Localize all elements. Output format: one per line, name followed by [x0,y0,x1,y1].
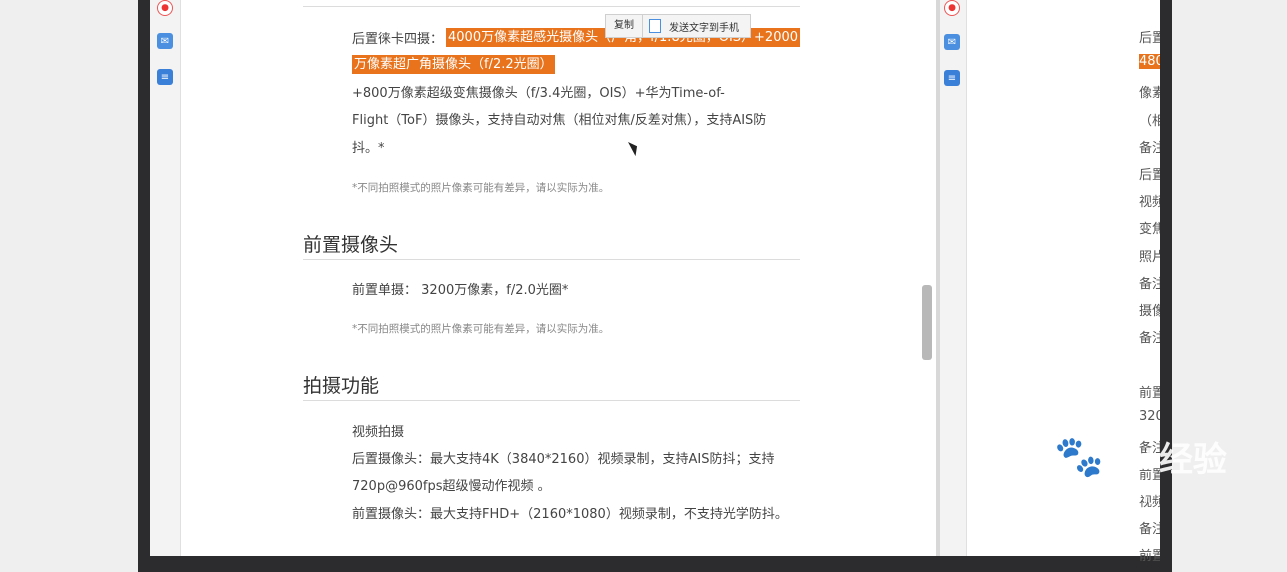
right-pane-line: 视频 [1139,195,1160,210]
rear-video-line1: 后置摄像头：最大支持4K（3840*2160）视频录制，支持AIS防抖；支持 [352,452,775,467]
right-pane-line: 备注 [1139,277,1160,292]
right-pane-line: 320 [1139,409,1160,424]
watermark-url: jingyan.baidu.com [994,487,1149,506]
weibo-icon[interactable]: ● [944,0,960,16]
watermark-cn: 经验 [1158,441,1227,479]
front-camera-heading: 前置摄像头 [303,234,399,256]
watermark-brand: Bai [990,434,1053,478]
right-pane-line: 备注 [1139,331,1160,346]
rear-camera-highlight-line2[interactable]: 万像素超广角摄像头（f/2.2光圈） [352,53,555,74]
front-camera-value: 3200万像素，f/2.0光圈* [421,283,569,298]
phone-send-icon [649,19,661,33]
right-pane-line: 后置 [1139,168,1160,183]
selected-text-line2[interactable]: 万像素超广角摄像头（f/2.2光圈） [352,55,555,74]
right-pane-line: 备注 [1139,141,1160,156]
rear-camera-line5: 抖。* [352,141,385,156]
right-pane-line: 480 [1139,54,1160,69]
left-scrollbar-thumb[interactable] [922,285,932,360]
right-pane-line: 后置 [1139,31,1160,46]
rear-camera-note: *不同拍照模式的照片像素可能有差异，请以实际为准。 [352,182,610,194]
right-pane-line: 摄像 [1139,304,1160,319]
right-pane-line: 变焦 [1139,222,1160,237]
baidu-watermark: Bai 🐾 du 经验 jingyan.baidu.com [990,432,1227,507]
rear-camera-label: 后置徕卡四摄： [352,32,444,47]
video-title: 视频拍摄 [352,425,405,440]
right-pane-line: 照片 [1139,250,1160,265]
copy-button[interactable]: 复制 [606,15,643,37]
right-pane-line: （相 [1139,114,1160,129]
shooting-heading: 拍摄功能 [303,375,380,397]
weibo-icon[interactable]: ● [157,0,173,16]
paw-icon: 🐾 [1054,435,1105,479]
screen-bezel-left [138,0,150,572]
send-to-phone-button[interactable]: 发送文字到手机 [661,19,747,34]
selection-popup: 复制 发送文字到手机 [605,14,751,38]
shooting-divider [303,400,800,401]
section-divider-top [303,6,800,7]
front-camera-spec: 前置单摄： 3200万像素，f/2.0光圈* [352,279,568,298]
right-pane-line: 像素 [1139,86,1160,101]
right-pane-line: 前置 [1139,549,1160,564]
right-pane-line: 前置 [1139,386,1160,401]
front-video-line: 前置摄像头：最大支持FHD+（2160*1080）视频录制，不支持光学防抖。 [352,507,788,522]
front-camera-divider [303,259,800,260]
front-camera-label: 前置单摄： [352,283,418,298]
rear-camera-line4: Flight（ToF）摄像头，支持自动对焦（相位对焦/反差对焦），支持AIS防 [352,113,767,128]
document-icon[interactable]: ≡ [157,69,173,85]
rear-camera-line3: +800万像素超级变焦摄像头（f/3.4光圈，OIS）+华为Time-of- [352,86,725,101]
watermark-brand-du: du [1106,434,1155,478]
front-camera-note: *不同拍照模式的照片像素可能有差异，请以实际为准。 [352,323,610,335]
rear-video-line2: 720p@960fps超级慢动作视频 。 [352,479,551,494]
mail-icon[interactable]: ✉ [157,33,173,49]
document-icon[interactable]: ≡ [944,70,960,86]
screen-bezel-bottom [138,556,1172,572]
mail-icon[interactable]: ✉ [944,34,960,50]
right-pane-line: 备注 [1139,522,1160,537]
